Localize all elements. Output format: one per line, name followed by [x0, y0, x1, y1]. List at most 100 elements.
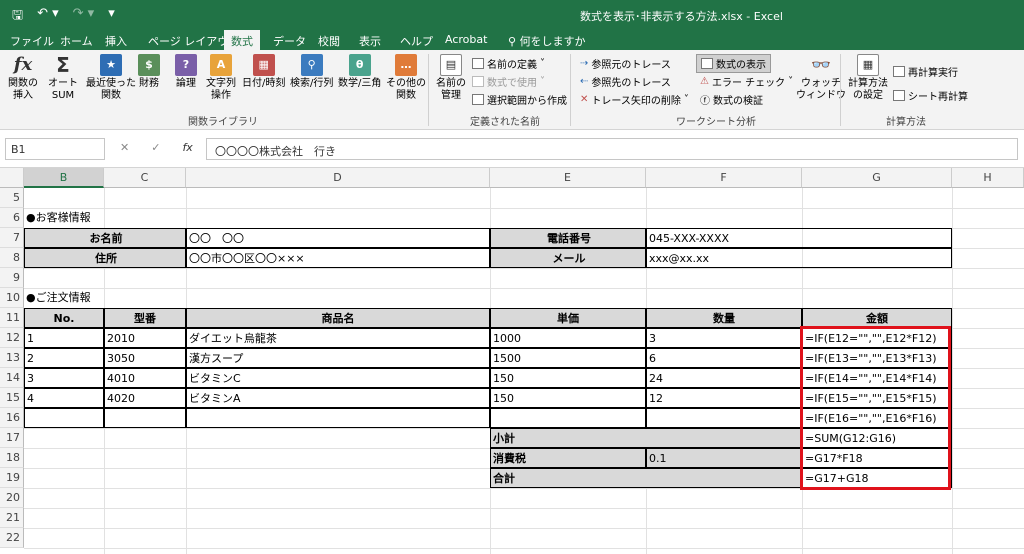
text-button[interactable]: A 文字列 操作 [206, 54, 236, 102]
show-formulas-button[interactable]: 数式の表示 [696, 54, 771, 73]
tab-acrobat[interactable]: Acrobat [445, 33, 487, 46]
row-header[interactable]: 7 [0, 228, 24, 248]
error-checking-button[interactable]: ⚠ エラー チェック ˅ [700, 74, 793, 89]
mail-value-cell[interactable]: xxx@xx.xx [646, 248, 952, 268]
tab-insert[interactable]: 挿入 [105, 33, 127, 49]
address-label-cell[interactable]: 住所 [24, 248, 186, 268]
unit-price-cell[interactable]: 1500 [490, 348, 646, 368]
row-header[interactable]: 16 [0, 408, 24, 428]
model-cell[interactable] [104, 408, 186, 428]
define-name-button[interactable]: 名前の定義 ˅ [472, 56, 545, 71]
column-header-d[interactable]: D [186, 168, 490, 188]
customize-icon[interactable]: ▾ [108, 6, 115, 28]
no-cell[interactable]: 4 [24, 388, 104, 408]
header-product[interactable]: 商品名 [186, 308, 490, 328]
no-cell[interactable]: 3 [24, 368, 104, 388]
product-cell[interactable]: ダイエット烏龍茶 [186, 328, 490, 348]
row-header[interactable]: 20 [0, 488, 24, 508]
evaluate-formula-button[interactable]: ⓕ 数式の検証 [700, 92, 763, 107]
tab-review[interactable]: 校閲 [318, 33, 340, 49]
column-header-e[interactable]: E [490, 168, 646, 188]
header-quantity[interactable]: 数量 [646, 308, 802, 328]
tab-help[interactable]: ヘルプ [400, 33, 433, 49]
row-header[interactable]: 9 [0, 268, 24, 288]
unit-price-cell[interactable] [490, 408, 646, 428]
row-header[interactable]: 15 [0, 388, 24, 408]
row-header[interactable]: 6 [0, 208, 24, 228]
fx-icon[interactable]: fx [182, 141, 192, 154]
calculation-options-button[interactable]: ▦ 計算方法 の設定 [848, 54, 888, 102]
create-from-selection-button[interactable]: 選択範囲から作成 [472, 92, 567, 107]
product-cell[interactable] [186, 408, 490, 428]
phone-label-cell[interactable]: 電話番号 [490, 228, 646, 248]
mail-label-cell[interactable]: メール [490, 248, 646, 268]
address-value-cell[interactable]: 〇〇市〇〇区〇〇××× [186, 248, 490, 268]
name-value-cell[interactable]: 〇〇 〇〇 [186, 228, 490, 248]
row-header[interactable]: 13 [0, 348, 24, 368]
trace-dependents-button[interactable]: ⇠ 参照先のトレース [580, 74, 671, 89]
worksheet[interactable]: B C D E F G H 5 6 7 8 9 10 11 12 13 14 1… [0, 168, 1024, 554]
more-functions-button[interactable]: … その他の 関数 [386, 54, 426, 102]
row-header[interactable]: 12 [0, 328, 24, 348]
column-header-f[interactable]: F [646, 168, 802, 188]
order-info-title[interactable]: ●ご注文情報 [24, 288, 91, 308]
lookup-button[interactable]: ⚲ 検索/行列 [290, 54, 333, 90]
product-cell[interactable]: ビタミンA [186, 388, 490, 408]
total-label-cell[interactable]: 合計 [490, 468, 802, 488]
quantity-cell[interactable]: 12 [646, 388, 802, 408]
model-cell[interactable]: 2010 [104, 328, 186, 348]
row-header[interactable]: 18 [0, 448, 24, 468]
use-in-formula-button[interactable]: 数式で使用 ˅ [472, 74, 545, 89]
no-cell[interactable]: 1 [24, 328, 104, 348]
logical-button[interactable]: ? 論理 [175, 54, 197, 90]
recent-functions-button[interactable]: ★ 最近使った 関数 [86, 54, 136, 102]
tab-view[interactable]: 表示 [359, 33, 381, 49]
trace-precedents-button[interactable]: ⇢ 参照元のトレース [580, 56, 671, 71]
column-header-g[interactable]: G [802, 168, 952, 188]
calculate-now-button[interactable]: 再計算実行 [893, 64, 958, 79]
row-header[interactable]: 8 [0, 248, 24, 268]
row-header[interactable]: 19 [0, 468, 24, 488]
row-header[interactable]: 11 [0, 308, 24, 328]
insert-function-button[interactable]: fx 関数の 挿入 [8, 54, 38, 102]
formula-input[interactable]: 〇〇〇〇株式会社 行き [206, 138, 1018, 160]
header-unit-price[interactable]: 単価 [490, 308, 646, 328]
no-cell[interactable] [24, 408, 104, 428]
remove-arrows-button[interactable]: ✕ トレース矢印の削除 ˅ [580, 92, 689, 107]
product-cell[interactable]: 漢方スープ [186, 348, 490, 368]
tell-me-box[interactable]: ⚲ 何をしますか [508, 33, 586, 49]
unit-price-cell[interactable]: 150 [490, 388, 646, 408]
product-cell[interactable]: ビタミンC [186, 368, 490, 388]
tax-label-cell[interactable]: 消費税 [490, 448, 646, 468]
row-header[interactable]: 14 [0, 368, 24, 388]
redo-icon[interactable]: ↷ ▾ [73, 6, 95, 28]
save-icon[interactable]: 🖫 [12, 6, 23, 28]
header-amount[interactable]: 金額 [802, 308, 952, 328]
select-all-corner[interactable] [0, 168, 24, 188]
math-button[interactable]: θ 数学/三角 [338, 54, 381, 90]
watch-window-button[interactable]: 👓 ウォッチ ウィンドウ [796, 54, 846, 102]
undo-icon[interactable]: ↶ ▾ [37, 6, 59, 28]
column-header-b[interactable]: B [24, 168, 104, 188]
unit-price-cell[interactable]: 1000 [490, 328, 646, 348]
datetime-button[interactable]: ▦ 日付/時刻 [242, 54, 285, 90]
tab-formulas[interactable]: 数式 [224, 30, 260, 50]
tax-rate-cell[interactable]: 0.1 [646, 448, 802, 468]
quantity-cell[interactable]: 24 [646, 368, 802, 388]
column-header-c[interactable]: C [104, 168, 186, 188]
no-cell[interactable]: 2 [24, 348, 104, 368]
model-cell[interactable]: 3050 [104, 348, 186, 368]
unit-price-cell[interactable]: 150 [490, 368, 646, 388]
header-model[interactable]: 型番 [104, 308, 186, 328]
name-box[interactable]: B1 [5, 138, 105, 160]
name-manager-button[interactable]: ▤ 名前の 管理 [436, 54, 466, 102]
tab-data[interactable]: データ [273, 33, 306, 49]
customer-info-title[interactable]: ●お客様情報 [24, 208, 91, 228]
enter-icon[interactable]: ✓ [151, 141, 160, 154]
subtotal-label-cell[interactable]: 小計 [490, 428, 802, 448]
name-label-cell[interactable]: お名前 [24, 228, 186, 248]
row-header[interactable]: 17 [0, 428, 24, 448]
header-no[interactable]: No. [24, 308, 104, 328]
quantity-cell[interactable]: 6 [646, 348, 802, 368]
phone-value-cell[interactable]: 045-XXX-XXXX [646, 228, 952, 248]
